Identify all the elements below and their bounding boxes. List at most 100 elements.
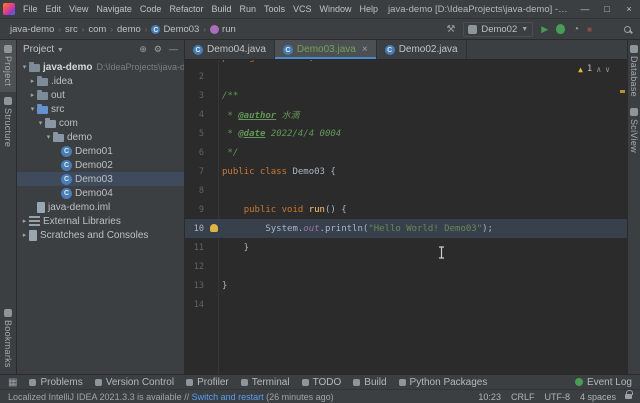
line-number[interactable]: 7 (185, 167, 210, 177)
switch-restart-link[interactable]: Switch and restart (192, 392, 264, 402)
menu-navigate[interactable]: Navigate (92, 4, 136, 14)
line-number[interactable]: 9 (185, 205, 210, 215)
close-tab-icon[interactable]: × (362, 44, 368, 55)
toolwindow-button-terminal[interactable]: Terminal (241, 377, 290, 388)
toolwindow-button-event-log[interactable]: Event Log (575, 377, 632, 388)
menu-code[interactable]: Code (136, 4, 166, 14)
code-line[interactable]: 5 * @date 2022/4/4 0004 (185, 124, 627, 143)
maximize-button[interactable]: □ (596, 0, 618, 18)
hide-panel-icon[interactable]: — (169, 44, 178, 55)
tool-stripe-sciview[interactable]: SciView (628, 103, 640, 159)
code-line[interactable]: 4 * @author 水滴 (185, 105, 627, 124)
window-layout-icon[interactable]: ▦ (8, 377, 17, 388)
indent-style[interactable]: 4 spaces (580, 392, 616, 402)
toolwindow-button-build[interactable]: Build (353, 377, 386, 388)
toolwindow-button-version-control[interactable]: Version Control (95, 377, 174, 388)
editor-tab-demo02-java[interactable]: Demo02.java (377, 40, 467, 59)
line-number[interactable]: 5 (185, 129, 210, 139)
code-line[interactable]: 2 (185, 67, 627, 86)
close-button[interactable]: × (618, 0, 640, 18)
tree-item-demo04[interactable]: Demo04 (17, 186, 184, 200)
menu-view[interactable]: View (65, 4, 92, 14)
tree-collapsed-arrow[interactable]: ▸ (20, 217, 29, 225)
menu-run[interactable]: Run (235, 4, 260, 14)
tree-collapsed-arrow[interactable]: ▸ (20, 231, 29, 239)
next-warning-icon[interactable]: ∨ (605, 65, 610, 74)
breadcrumb-src[interactable]: src (62, 24, 81, 35)
code-line[interactable]: 11 } (185, 238, 627, 257)
code-line[interactable]: 3/** (185, 86, 627, 105)
tree-collapsed-arrow[interactable]: ▸ (28, 91, 37, 99)
toolwindow-button-python-packages[interactable]: Python Packages (399, 377, 488, 388)
breadcrumb-demo03[interactable]: Demo03 (148, 24, 202, 35)
line-number[interactable]: 14 (185, 300, 210, 310)
menu-window[interactable]: Window (316, 4, 356, 14)
code-line[interactable]: 13} (185, 276, 627, 295)
code-line[interactable]: 12 (185, 257, 627, 276)
line-number[interactable]: 13 (185, 281, 210, 291)
tree-expanded-arrow[interactable]: ▾ (44, 133, 53, 141)
toolwindow-button-profiler[interactable]: Profiler (186, 377, 229, 388)
menu-refactor[interactable]: Refactor (165, 4, 207, 14)
line-number[interactable]: 10 (185, 224, 210, 234)
inspections-widget[interactable]: ▲ 1 ∧ ∨ (575, 63, 613, 75)
code-line[interactable]: 14 (185, 295, 627, 314)
code-line[interactable]: 9 public void run() { (185, 200, 627, 219)
tree-item-java-demo-iml[interactable]: java-demo.iml (17, 200, 184, 214)
tree-collapsed-arrow[interactable]: ▸ (28, 77, 37, 85)
menu-build[interactable]: Build (207, 4, 235, 14)
menu-file[interactable]: File (19, 4, 42, 14)
tree-item-out[interactable]: ▸out (17, 88, 184, 102)
locate-file-icon[interactable]: ⊕ (139, 44, 147, 55)
line-number[interactable]: 8 (185, 186, 210, 196)
tree-item-demo[interactable]: ▾demo (17, 130, 184, 144)
code-line[interactable]: 1package com.demo; (185, 60, 627, 67)
breadcrumb-demo[interactable]: demo (114, 24, 144, 35)
toolwindow-button-problems[interactable]: Problems (29, 377, 82, 388)
code-line[interactable]: 6 */ (185, 143, 627, 162)
code-editor[interactable]: 1package com.demo; 2 3/**4 * @author 水滴5 *… (185, 60, 627, 374)
tool-stripe-database[interactable]: Database (628, 40, 640, 103)
menu-edit[interactable]: Edit (42, 4, 66, 14)
tool-stripe-bookmarks[interactable]: Bookmarks (0, 304, 16, 374)
stop-button[interactable]: ■ (587, 25, 592, 34)
search-everywhere-button[interactable] (624, 26, 631, 33)
tree-item-com[interactable]: ▾com (17, 116, 184, 130)
intention-bulb-icon[interactable] (210, 224, 218, 232)
coverage-button[interactable]: ◔ (573, 24, 579, 35)
tree-item-src[interactable]: ▾src (17, 102, 184, 116)
toolwindow-button-todo[interactable]: TODO (302, 377, 342, 388)
breadcrumb-java-demo[interactable]: java-demo (7, 24, 57, 35)
run-configuration-select[interactable]: Demo02 ▼ (463, 22, 533, 37)
prev-warning-icon[interactable]: ∧ (596, 65, 601, 74)
tree-item-scratches-and-consoles[interactable]: ▸Scratches and Consoles (17, 228, 184, 242)
breadcrumb-com[interactable]: com (85, 24, 109, 35)
line-number[interactable]: 1 (185, 60, 210, 63)
run-button[interactable]: ▶ (541, 24, 548, 35)
line-number[interactable]: 4 (185, 110, 210, 120)
tree-item-demo01[interactable]: Demo01 (17, 144, 184, 158)
tree-item-java-demo[interactable]: ▾java-demoD:\IdeaProjects\java-demo (17, 60, 184, 74)
code-line[interactable]: 10 System.out.println("Hello World! Demo… (185, 219, 627, 238)
menu-help[interactable]: Help (356, 4, 383, 14)
tree-item-external-libraries[interactable]: ▸External Libraries (17, 214, 184, 228)
tool-stripe-structure[interactable]: Structure (0, 92, 16, 153)
tree-expanded-arrow[interactable]: ▾ (36, 119, 45, 127)
build-hammer-icon[interactable]: ⚒ (446, 24, 455, 35)
debug-button[interactable] (556, 24, 565, 34)
line-number[interactable]: 6 (185, 148, 210, 158)
tree-item-demo03[interactable]: Demo03 (17, 172, 184, 186)
tree-item-demo02[interactable]: Demo02 (17, 158, 184, 172)
line-number[interactable]: 2 (185, 72, 210, 82)
menu-vcs[interactable]: VCS (289, 4, 316, 14)
caret-position[interactable]: 10:23 (478, 392, 501, 402)
settings-gear-icon[interactable]: ⚙ (154, 44, 162, 55)
tree-expanded-arrow[interactable]: ▾ (28, 105, 37, 113)
project-view-selector[interactable]: Project ▼ (23, 44, 64, 55)
line-number[interactable]: 11 (185, 243, 210, 253)
minimize-button[interactable]: — (574, 0, 596, 18)
line-number[interactable]: 3 (185, 91, 210, 101)
tree-item-idea[interactable]: ▸.idea (17, 74, 184, 88)
tree-expanded-arrow[interactable]: ▾ (20, 63, 29, 71)
file-encoding[interactable]: UTF-8 (544, 392, 570, 402)
